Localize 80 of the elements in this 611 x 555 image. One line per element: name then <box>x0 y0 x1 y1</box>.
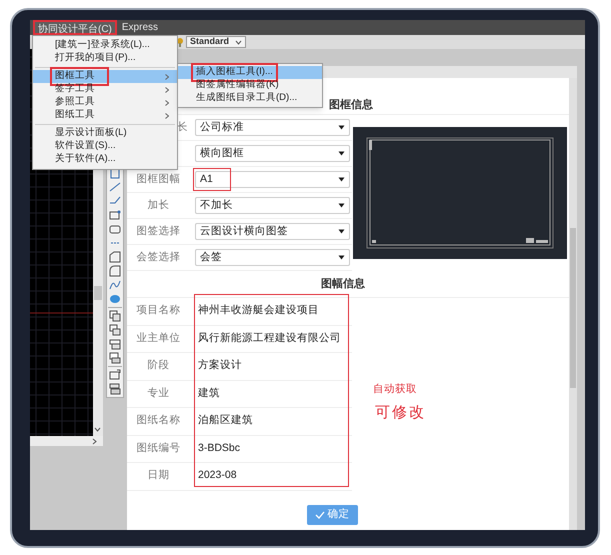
style-dropdown[interactable]: Standard <box>186 36 246 48</box>
menu-item[interactable]: 关于软件(A)... <box>33 153 177 166</box>
field-value[interactable]: 2023-08 <box>198 468 237 484</box>
tool-icon <box>109 338 121 350</box>
chevron-icon <box>235 40 242 44</box>
select-field[interactable]: 公司标准 <box>195 119 350 136</box>
field-label: 项目名称 <box>136 303 180 318</box>
dropdown-value: Standard <box>190 35 230 48</box>
field-label: 图签选择 <box>136 224 180 239</box>
chevron-icon <box>165 112 169 118</box>
annotation-text: 可修改 <box>375 402 426 423</box>
field-label: 阶段 <box>148 358 170 374</box>
select-value: A1 <box>200 172 213 187</box>
menu-item[interactable]: 打开我的项目(P)... <box>33 52 177 65</box>
chevron-icon <box>165 86 169 92</box>
dropdown-arrow-icon <box>338 255 345 260</box>
annotation-text: 自动获取 <box>373 382 418 397</box>
scrollbar[interactable] <box>569 78 577 530</box>
tool-icon <box>109 209 121 221</box>
menu-item[interactable]: 软件设置(S)... <box>33 140 177 153</box>
field-value[interactable]: 3-BDSbc <box>198 440 240 457</box>
chevron-icon <box>165 100 169 106</box>
field-label: 会签选择 <box>136 250 180 265</box>
field-value[interactable]: 神州丰收游艇会建设项目 <box>198 303 319 320</box>
menu-item[interactable]: [建筑一]登录系统(L)... <box>33 39 177 52</box>
tool-icon <box>109 310 121 322</box>
tool-icon <box>109 265 121 277</box>
dropdown-arrow-icon <box>338 229 345 234</box>
field-label: 日期 <box>148 468 170 484</box>
field-value[interactable]: 建筑 <box>198 386 220 402</box>
menu-item[interactable]: 图框工具 <box>33 70 177 83</box>
field-label: 业主单位 <box>136 330 180 346</box>
section-title: 图框信息 <box>329 98 373 114</box>
select-field[interactable]: 横向图框 <box>195 145 350 162</box>
tool-icon <box>109 181 121 193</box>
tool-icon <box>109 293 121 305</box>
scrollbar[interactable] <box>30 436 103 446</box>
menu-item[interactable]: 图纸工具 <box>33 109 177 122</box>
field-value[interactable]: 泊船区建筑 <box>198 413 253 430</box>
menu-item[interactable]: 显示设计面板(L) <box>33 127 177 140</box>
select-value: 不加长 <box>200 198 233 213</box>
tool-icon <box>109 383 121 395</box>
dropdown-arrow-icon <box>338 151 345 156</box>
select-field[interactable]: A1 <box>195 171 350 188</box>
select-value: 公司标准 <box>200 120 244 135</box>
field-label: 长 <box>177 120 188 135</box>
section-title: 图幅信息 <box>321 276 365 292</box>
menu-item[interactable]: 参照工具 <box>33 96 177 109</box>
select-field[interactable]: 会签 <box>195 249 350 266</box>
field-value[interactable]: 风行新能源工程建设有限公司 <box>198 330 341 347</box>
highlight-frame <box>193 168 231 191</box>
menu-item[interactable]: 签字工具 <box>33 83 177 96</box>
menu-item[interactable]: 生成图纸目录工具(D)... <box>178 92 322 105</box>
menu-item[interactable]: 图签属性编辑器(K) <box>178 79 322 92</box>
check-icon <box>314 510 324 518</box>
field-label: 图框图幅 <box>136 172 180 187</box>
field-label: 加长 <box>148 198 170 213</box>
tool-icon <box>109 223 121 235</box>
menubar-item[interactable]: Express <box>118 20 162 35</box>
dropdown-arrow-icon <box>338 177 345 182</box>
select-field[interactable]: 云图设计横向图签 <box>195 223 350 240</box>
select-field[interactable]: 不加长 <box>195 197 350 214</box>
tool-icon <box>109 352 121 364</box>
tool-icon <box>109 369 121 381</box>
select-value: 云图设计横向图签 <box>200 224 288 239</box>
field-label: 图纸名称 <box>136 413 180 428</box>
menubar-item[interactable]: 协同设计平台(C) <box>33 20 117 35</box>
chevron-icon <box>165 74 169 80</box>
dropdown-arrow-icon <box>338 125 345 130</box>
field-label: 专业 <box>148 386 170 401</box>
scroll-thumb[interactable] <box>94 286 102 300</box>
menu-item[interactable]: 插入图框工具(I)... <box>178 66 322 79</box>
tool-icon <box>109 324 121 336</box>
select-value: 会签 <box>200 250 222 265</box>
field-value[interactable]: 方案设计 <box>198 358 242 374</box>
tool-icon <box>109 251 121 263</box>
tool-icon <box>109 279 121 291</box>
select-value: 横向图框 <box>200 146 244 161</box>
field-label: 图纸编号 <box>136 440 180 456</box>
dropdown-arrow-icon <box>338 203 345 208</box>
